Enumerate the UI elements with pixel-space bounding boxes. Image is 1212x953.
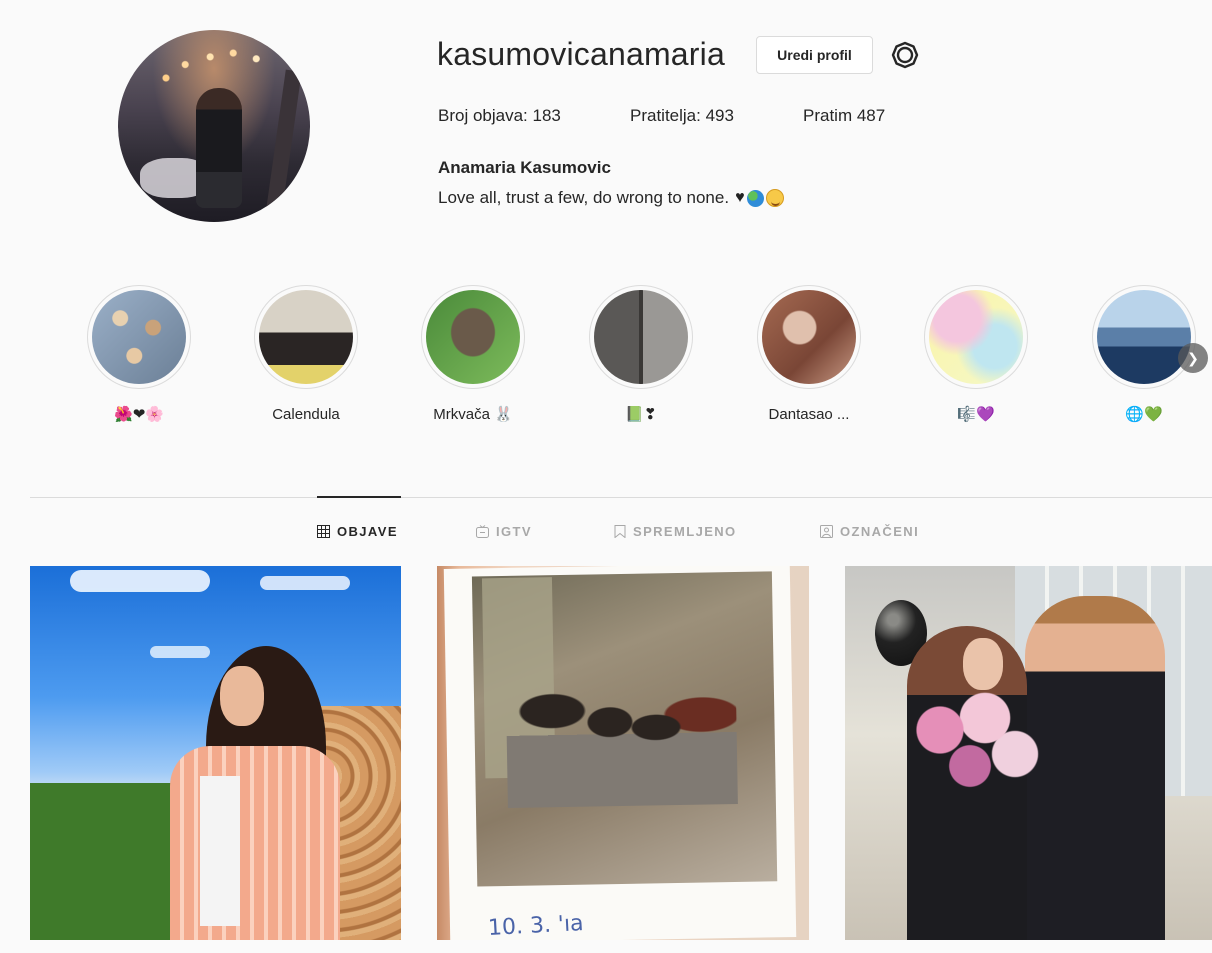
highlight-ring	[924, 285, 1028, 389]
black-heart-icon: ♥	[735, 189, 745, 206]
bookmark-icon	[614, 525, 626, 538]
posts-count: Broj objava: 183	[438, 106, 561, 125]
highlight-thumbnail	[1097, 290, 1191, 384]
highlight-label: 🌺❤🌸	[114, 406, 164, 423]
tab-tagged[interactable]: OZNAČENI	[820, 524, 919, 539]
highlight-1[interactable]: 🌺❤🌸	[79, 285, 199, 425]
post-cloud	[260, 576, 350, 590]
profile-username: kasumovicanamaria	[437, 36, 725, 72]
highlight-ring	[757, 285, 861, 389]
hugging-face-icon	[765, 189, 784, 207]
highlight-thumbnail	[929, 290, 1023, 384]
edit-profile-button[interactable]: Uredi profil	[756, 36, 873, 74]
post-person-face	[220, 666, 264, 726]
highlight-thumbnail	[762, 290, 856, 384]
bio-text: Love all, trust a few, do wrong to none.	[438, 188, 730, 207]
tab-igtv-label: IGTV	[496, 524, 532, 539]
avatar-tree	[266, 69, 302, 211]
tab-posts[interactable]: OBJAVE	[317, 524, 398, 539]
followers-count[interactable]: Pratitelja: 493	[630, 106, 803, 126]
highlight-2[interactable]: Calendula	[246, 285, 366, 425]
post-2[interactable]: 10. 3. 'ıa	[437, 566, 809, 940]
highlight-3[interactable]: Mrkvača 🐰	[413, 285, 533, 425]
settings-gear-icon[interactable]	[889, 39, 921, 71]
highlight-label: 📗❣	[625, 406, 657, 423]
grid-icon	[317, 525, 330, 538]
highlight-ring	[421, 285, 525, 389]
profile-avatar[interactable]	[118, 30, 310, 222]
profile-stats: Broj objava: 183 Pratitelja: 493 Pratim …	[438, 106, 885, 126]
story-highlights: 🌺❤🌸 Calendula Mrkvača 🐰 📗❣ Dantasao ... …	[0, 285, 1212, 435]
highlight-thumbnail	[92, 290, 186, 384]
post-cloud	[70, 570, 210, 592]
post-polaroid: 10. 3. 'ıa	[443, 566, 797, 940]
highlight-label: Dantasao ...	[768, 406, 850, 423]
post-person-jacket	[170, 746, 340, 940]
highlight-6[interactable]: 🎼💜	[916, 285, 1036, 425]
highlight-label: Mrkvača 🐰	[433, 406, 513, 423]
following-count[interactable]: Pratim 487	[803, 106, 885, 126]
highlight-thumbnail	[594, 290, 688, 384]
profile-bio: Love all, trust a few, do wrong to none.…	[438, 188, 784, 208]
bio-emojis: ♥	[735, 189, 784, 207]
tab-igtv[interactable]: IGTV	[476, 524, 532, 539]
tagged-icon	[820, 525, 833, 538]
highlight-label: 🌐💚	[1125, 406, 1163, 423]
highlight-thumbnail	[426, 290, 520, 384]
active-tab-indicator	[317, 496, 401, 498]
igtv-icon	[476, 525, 489, 538]
tab-posts-label: OBJAVE	[337, 524, 398, 539]
highlight-label: 🎼💜	[957, 406, 995, 423]
highlight-ring	[1092, 285, 1196, 389]
post-cloud	[150, 646, 210, 658]
polaroid-caption: 10. 3. 'ıa	[487, 911, 585, 940]
globe-icon	[746, 189, 764, 207]
highlight-thumbnail	[259, 290, 353, 384]
post-3[interactable]	[845, 566, 1212, 940]
highlights-next-chevron-icon[interactable]: ❯	[1178, 343, 1208, 373]
post-man	[1025, 596, 1165, 940]
highlight-label: Calendula	[272, 406, 340, 423]
tabs-divider	[30, 497, 1212, 498]
tab-tagged-label: OZNAČENI	[840, 524, 920, 539]
highlight-ring	[589, 285, 693, 389]
tab-saved[interactable]: SPREMLJENO	[614, 524, 737, 539]
post-1[interactable]	[30, 566, 401, 940]
post-person-shirt	[200, 776, 240, 926]
post-flowers	[895, 682, 1045, 802]
highlight-ring	[254, 285, 358, 389]
highlight-4[interactable]: 📗❣	[581, 285, 701, 425]
avatar-person	[196, 88, 242, 208]
highlight-5[interactable]: Dantasao ...	[749, 285, 869, 425]
highlight-ring	[87, 285, 191, 389]
tab-saved-label: SPREMLJENO	[633, 524, 737, 539]
polaroid-people	[505, 683, 738, 808]
profile-full-name: Anamaria Kasumovic	[438, 158, 611, 177]
